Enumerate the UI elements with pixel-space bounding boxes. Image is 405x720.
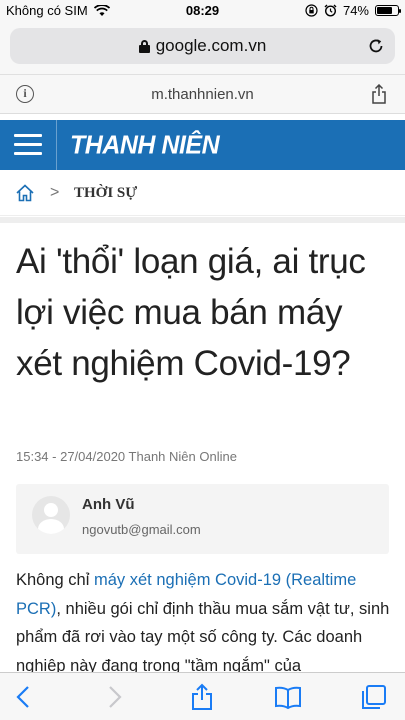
avatar [32, 496, 70, 534]
status-bar: Không có SIM 08:29 74% [0, 0, 405, 22]
battery-level [377, 7, 392, 14]
article-meta: 15:34 - 27/04/2020 Thanh Niên Online [16, 449, 237, 464]
article-title: Ai 'thổi' loạn giá, ai trục lợi việc mua… [16, 242, 366, 383]
breadcrumb-section[interactable]: THỜI SỰ [74, 185, 137, 202]
article-date-source: - 27/04/2020 Thanh Niên Online [48, 449, 237, 464]
status-right: 74% [305, 3, 401, 18]
divider [0, 217, 405, 223]
site-logo[interactable]: THANH NIÊN [70, 130, 220, 160]
forward-icon[interactable] [100, 683, 128, 711]
author-name[interactable]: Anh Vũ [82, 496, 135, 513]
share-icon[interactable] [188, 683, 216, 711]
breadcrumb-separator: > [50, 184, 60, 201]
author-box: Anh Vũ ngovutb@gmail.com [16, 484, 389, 554]
body-prefix: Không chỉ [16, 571, 94, 589]
address-bar-area: google.com.vn [0, 22, 405, 74]
lock-icon [138, 39, 150, 53]
body-rest: , nhiều gói chỉ định thầu mua sắm vật tư… [16, 599, 390, 675]
tabs-icon[interactable] [360, 683, 388, 711]
url-text: google.com.vn [155, 36, 267, 55]
bottom-toolbar [0, 672, 405, 720]
share-icon[interactable] [371, 84, 387, 104]
battery-percent: 74% [342, 3, 369, 18]
breadcrumb: > THỜI SỰ [0, 172, 405, 216]
article-time: 15:34 [16, 449, 49, 464]
home-icon[interactable] [15, 184, 35, 202]
lock-rotation-icon [305, 4, 318, 17]
bookmarks-icon[interactable] [274, 683, 302, 711]
alarm-icon [324, 4, 337, 17]
article-body: Không chỉ máy xét nghiệm Covid-19 (Realt… [16, 566, 396, 680]
amp-url: m.thanhnien.vn [151, 86, 254, 103]
site-header: THANH NIÊN [0, 120, 405, 170]
author-email[interactable]: ngovutb@gmail.com [82, 522, 201, 537]
back-icon[interactable] [10, 683, 38, 711]
battery-icon [375, 5, 401, 16]
address-field[interactable]: google.com.vn [10, 28, 395, 64]
reload-icon[interactable] [367, 37, 385, 55]
menu-icon[interactable] [14, 134, 42, 156]
amp-viewer-bar: i m.thanhnien.vn [0, 74, 405, 114]
header-divider [56, 120, 57, 170]
